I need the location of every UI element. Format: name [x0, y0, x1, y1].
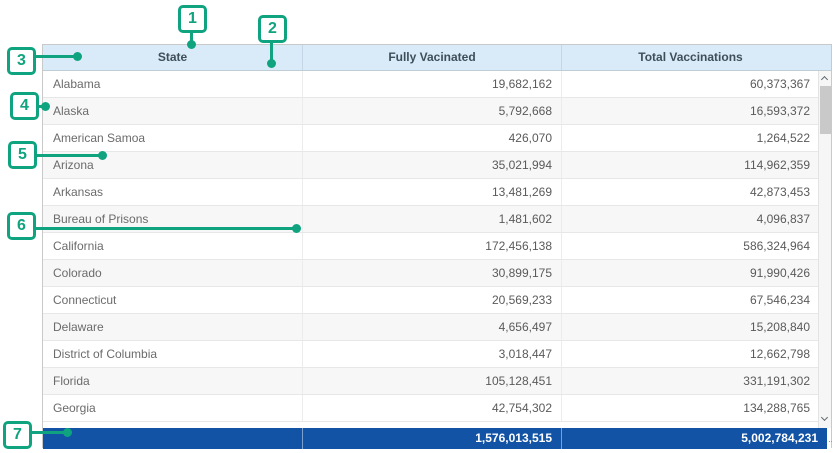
state-cell: Arkansas: [43, 179, 302, 205]
state-cell: Florida: [43, 368, 302, 394]
callout-2-dot: [267, 59, 276, 68]
column-header-fully-vacinated[interactable]: Fully Vacinated: [302, 45, 561, 70]
table-row[interactable]: Florida105,128,451331,191,302: [43, 368, 831, 395]
state-cell: Georgia: [43, 395, 302, 421]
total-vaccinations-cell: 16,593,372: [561, 98, 819, 124]
chevron-down-icon[interactable]: [819, 413, 831, 426]
callout-6-stem: [35, 227, 296, 230]
fully-vacinated-cell: 42,754,302: [302, 395, 561, 421]
callout-3: 3: [7, 47, 36, 75]
fully-vacinated-cell: 4,656,497: [302, 314, 561, 340]
total-vaccinations-cell: 42,873,453: [561, 179, 819, 205]
total-state-cell: [43, 428, 302, 449]
total-total-vaccinations: 5,002,784,231: [561, 428, 827, 449]
table-row[interactable]: American Samoa426,0701,264,522: [43, 125, 831, 152]
total-vaccinations-cell: 586,324,964: [561, 233, 819, 259]
fully-vacinated-cell: 172,456,138: [302, 233, 561, 259]
total-vaccinations-cell: 91,990,426: [561, 260, 819, 286]
callout-1: 1: [178, 5, 207, 33]
callout-6-dot: [292, 224, 301, 233]
state-cell: Colorado: [43, 260, 302, 286]
callout-7: 7: [3, 421, 32, 449]
callout-1-dot: [187, 40, 196, 49]
resize-grip-mark: [829, 439, 833, 442]
fully-vacinated-cell: 30,899,175: [302, 260, 561, 286]
fully-vacinated-cell: 20,569,233: [302, 287, 561, 313]
callout-3-stem: [35, 55, 77, 58]
callout-7-stem: [31, 431, 67, 434]
callout-5: 5: [8, 141, 37, 169]
callout-4: 4: [10, 92, 39, 120]
table-row[interactable]: Georgia42,754,302134,288,765: [43, 395, 831, 422]
table-row[interactable]: Alaska5,792,66816,593,372: [43, 98, 831, 125]
total-vaccinations-cell: 67,546,234: [561, 287, 819, 313]
chevron-up-icon[interactable]: [819, 73, 831, 86]
fully-vacinated-cell: 1,481,602: [302, 206, 561, 232]
table-row[interactable]: California172,456,138586,324,964: [43, 233, 831, 260]
total-vaccinations-cell: 1,264,522: [561, 125, 819, 151]
callout-5-dot: [98, 151, 107, 160]
table-row[interactable]: Delaware4,656,49715,208,840: [43, 314, 831, 341]
state-cell: Connecticut: [43, 287, 302, 313]
total-vaccinations-cell: 114,962,359: [561, 152, 819, 178]
callout-4-dot: [41, 102, 50, 111]
callout-5-stem: [36, 154, 102, 157]
state-cell: Alaska: [43, 98, 302, 124]
state-cell: District of Columbia: [43, 341, 302, 367]
state-cell: American Samoa: [43, 125, 302, 151]
total-vaccinations-cell: 4,096,837: [561, 206, 819, 232]
state-cell: Delaware: [43, 314, 302, 340]
total-vaccinations-cell: 331,191,302: [561, 368, 819, 394]
fully-vacinated-cell: 19,682,162: [302, 71, 561, 97]
vertical-scrollbar[interactable]: [818, 71, 831, 428]
table-row[interactable]: Arkansas13,481,26942,873,453: [43, 179, 831, 206]
scrollbar-thumb[interactable]: [820, 86, 831, 134]
callout-2: 2: [258, 15, 287, 43]
chevron-down-glyph: [821, 414, 828, 421]
table-body: Alabama19,682,16260,373,367Alaska5,792,6…: [43, 71, 831, 428]
chevron-up-glyph: [821, 76, 828, 83]
table-row[interactable]: Connecticut20,569,23367,546,234: [43, 287, 831, 314]
table-row[interactable]: Colorado30,899,17591,990,426: [43, 260, 831, 287]
total-vaccinations-cell: 134,288,765: [561, 395, 819, 421]
table-row[interactable]: Arizona35,021,994114,962,359: [43, 152, 831, 179]
total-vaccinations-cell: 12,662,798: [561, 341, 819, 367]
column-header-total-vaccinations[interactable]: Total Vaccinations: [561, 45, 819, 70]
table-row[interactable]: District of Columbia3,018,44712,662,798: [43, 341, 831, 368]
fully-vacinated-cell: 426,070: [302, 125, 561, 151]
total-fully-vacinated: 1,576,013,515: [302, 428, 561, 449]
fully-vacinated-cell: 35,021,994: [302, 152, 561, 178]
callout-3-dot: [73, 52, 82, 61]
table-header-row: State Fully Vacinated Total Vaccinations: [43, 45, 831, 71]
state-cell: California: [43, 233, 302, 259]
fully-vacinated-cell: 13,481,269: [302, 179, 561, 205]
callout-7-dot: [63, 428, 72, 437]
fully-vacinated-cell: 105,128,451: [302, 368, 561, 394]
total-vaccinations-cell: 15,208,840: [561, 314, 819, 340]
fully-vacinated-cell: 5,792,668: [302, 98, 561, 124]
total-vaccinations-cell: 60,373,367: [561, 71, 819, 97]
annotated-list-table-screenshot: State Fully Vacinated Total Vaccinations…: [0, 0, 833, 453]
fully-vacinated-cell: 3,018,447: [302, 341, 561, 367]
callout-6: 6: [7, 212, 36, 240]
table-row[interactable]: Alabama19,682,16260,373,367: [43, 71, 831, 98]
state-cell: Alabama: [43, 71, 302, 97]
vaccination-list-table: State Fully Vacinated Total Vaccinations…: [42, 44, 832, 448]
table-total-row: 1,576,013,515 5,002,784,231: [43, 428, 827, 449]
